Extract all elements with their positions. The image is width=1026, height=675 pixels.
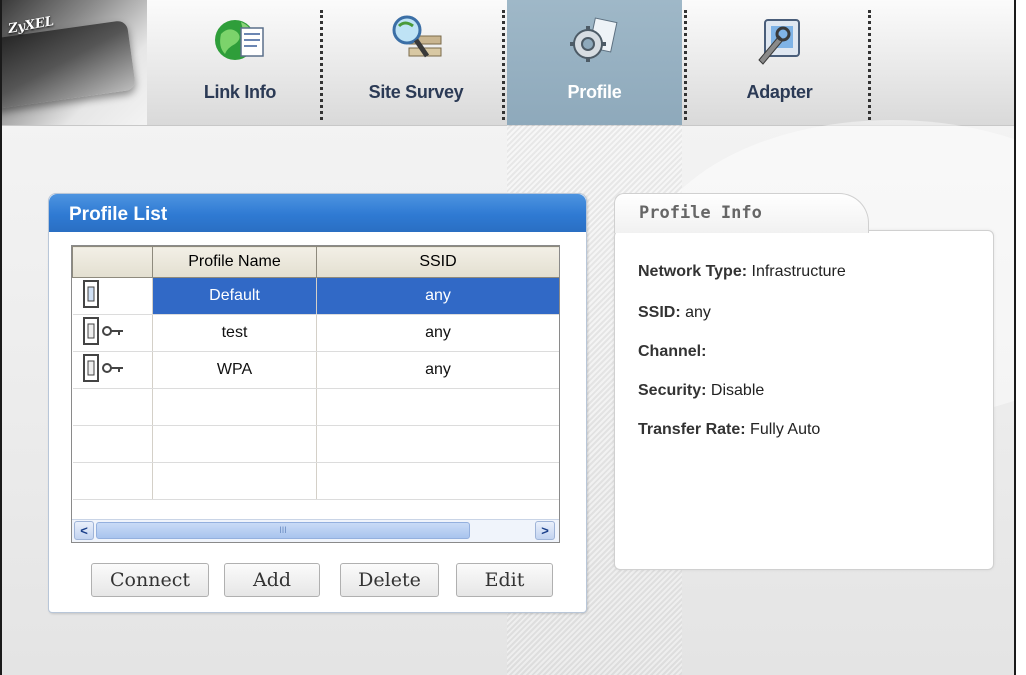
app-window: ZyXEL Link Info Site Survey Profile Adap… [0,0,1016,675]
connect-button[interactable]: Connect [91,563,209,597]
info-network-type: Network Type: Infrastructure [638,263,846,281]
gear-document-icon [568,14,622,66]
tab-label: Profile [567,82,622,102]
horizontal-scrollbar[interactable]: < III > [72,519,559,542]
tab-separator [502,10,505,120]
profile-info-panel [614,230,994,570]
info-security: Security: Disable [638,382,764,400]
column-header-ssid[interactable]: SSID [316,246,559,278]
delete-button[interactable]: Delete [340,563,439,597]
adapter-key-icon [72,351,153,389]
info-label: SSID: [638,304,681,321]
magnifier-network-icon [389,14,443,66]
info-value: any [685,304,711,321]
column-header-icon[interactable] [72,246,153,278]
profile-name-cell: test [152,314,317,352]
ssid-cell: any [316,277,559,315]
add-button[interactable]: Add [224,563,320,597]
table-row[interactable]: WPA any [72,351,559,389]
info-value: Disable [710,382,765,399]
ssid-cell: any [316,351,559,389]
tab-label: Adapter [746,82,813,102]
tab-profile[interactable]: Profile [507,0,682,125]
adapter-icon [72,277,153,315]
zyxel-logo: ZyXEL [2,0,147,125]
empty-row [72,425,559,463]
table-header-row: Profile Name SSID [72,246,559,278]
profile-list-panel: Profile List Profile Name SSID Default a… [48,193,587,613]
tab-separator [868,10,871,120]
tab-label: Site Survey [368,82,464,102]
info-transfer-rate: Transfer Rate: Fully Auto [638,421,820,439]
globe-document-icon [213,14,267,66]
tab-site-survey[interactable]: Site Survey [332,0,500,125]
tab-label: Link Info [203,82,277,102]
empty-row [72,462,559,500]
profile-list-title: Profile List [49,194,586,232]
scroll-right-button[interactable]: > [535,521,555,540]
profile-table: Profile Name SSID Default any test any W… [71,245,560,543]
info-label: Channel: [638,343,707,360]
edit-button[interactable]: Edit [456,563,553,597]
info-ssid: SSID: any [638,304,711,322]
column-header-profile-name[interactable]: Profile Name [152,246,317,278]
top-navigation-bar: ZyXEL Link Info Site Survey Profile Adap… [2,0,1014,126]
tab-separator [320,10,323,120]
tab-link-info[interactable]: Link Info [160,0,320,125]
tab-separator [684,10,687,120]
profile-name-cell: WPA [152,351,317,389]
tab-adapter[interactable]: Adapter [692,0,867,125]
ssid-cell: any [316,314,559,352]
info-label: Security: [638,382,707,399]
info-label: Network Type: [638,263,748,280]
scroll-thumb[interactable]: III [96,522,470,539]
profile-info-tab: Profile Info [614,193,869,233]
empty-row [72,388,559,426]
info-value: Infrastructure [751,263,846,280]
table-row[interactable]: test any [72,314,559,352]
profile-name-cell: Default [152,277,317,315]
info-label: Transfer Rate: [638,421,746,438]
adapter-tool-icon [753,14,807,66]
scroll-left-button[interactable]: < [74,521,94,540]
table-row[interactable]: Default any [72,277,559,315]
info-channel: Channel: [638,343,706,361]
info-value: Fully Auto [750,421,821,438]
profile-info-title: Profile Info [639,203,762,223]
adapter-key-icon [72,314,153,352]
